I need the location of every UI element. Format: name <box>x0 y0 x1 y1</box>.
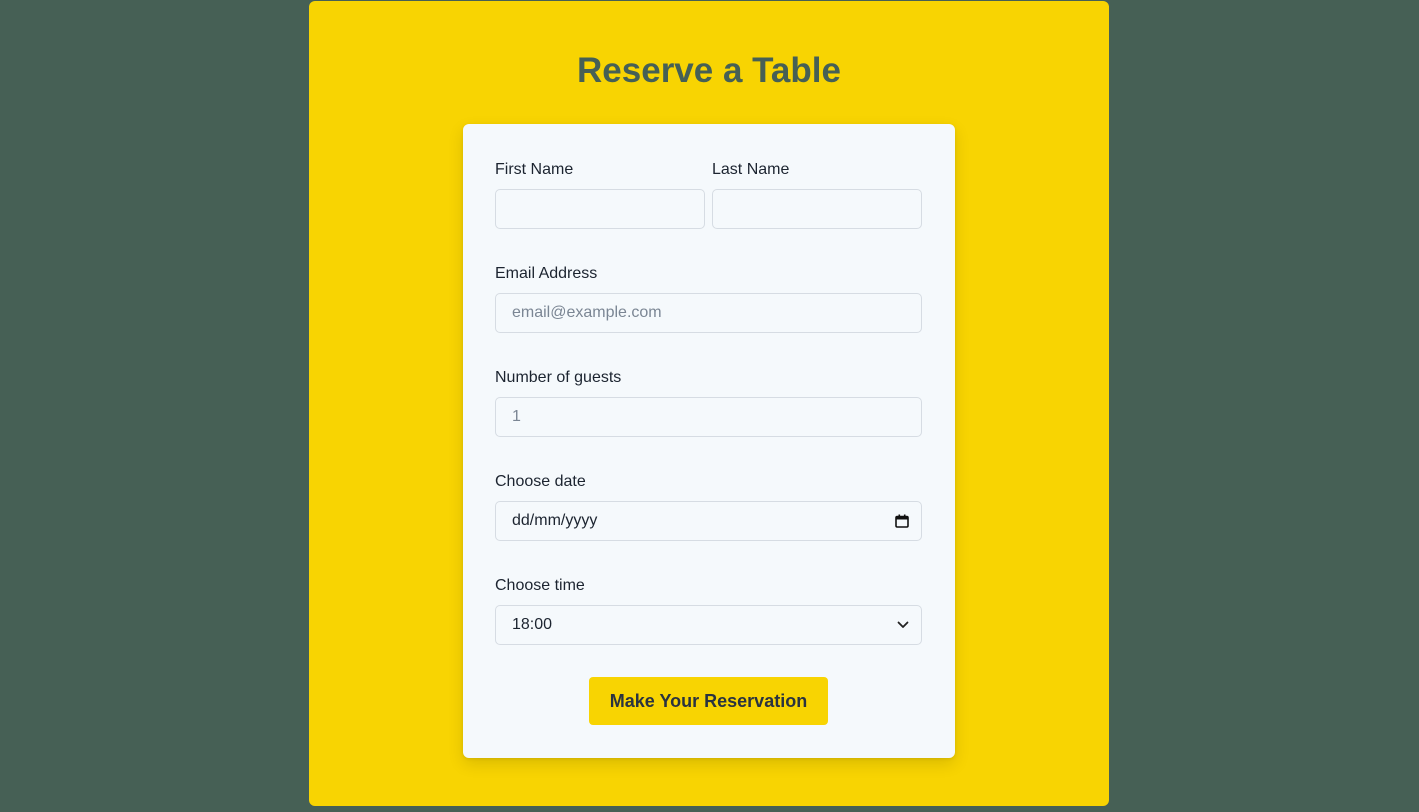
guests-input[interactable]: 1 <box>495 397 922 437</box>
date-input[interactable]: dd/mm/yyyy <box>495 501 922 541</box>
guests-label: Number of guests <box>495 369 622 386</box>
email-label: Email Address <box>495 265 598 282</box>
make-reservation-button[interactable]: Make Your Reservation <box>589 677 828 725</box>
date-value: dd/mm/yyyy <box>512 512 598 529</box>
first-name-input[interactable] <box>495 189 705 229</box>
chevron-down-icon <box>897 621 909 629</box>
time-label: Choose time <box>495 577 585 594</box>
calendar-icon[interactable] <box>895 514 909 528</box>
date-label: Choose date <box>495 473 586 490</box>
last-name-label: Last Name <box>712 161 790 178</box>
email-placeholder: email@example.com <box>512 304 662 321</box>
page-title: Reserve a Table <box>577 51 841 90</box>
email-input[interactable]: email@example.com <box>495 293 922 333</box>
last-name-input[interactable] <box>712 189 922 229</box>
time-selected-value: 18:00 <box>512 616 553 633</box>
reservation-form: First Name Last Name Email Address email… <box>463 124 955 758</box>
reservation-panel: Reserve a Table First Name Last Name Ema… <box>309 1 1109 806</box>
first-name-label: First Name <box>495 161 574 178</box>
guests-placeholder: 1 <box>512 408 521 425</box>
time-select[interactable]: 18:00 <box>495 605 922 645</box>
